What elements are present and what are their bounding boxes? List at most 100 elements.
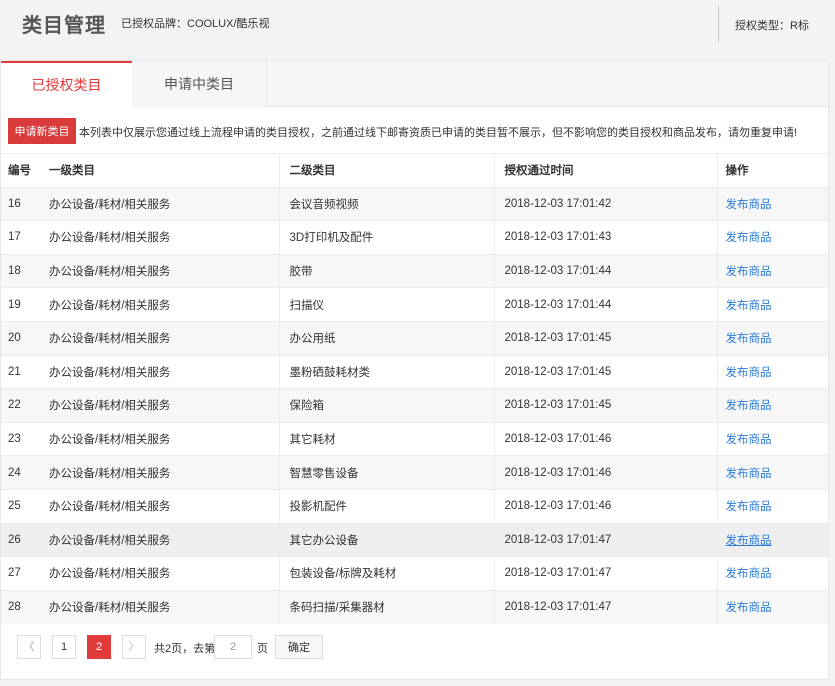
row-auth-time: 2018-12-03 17:01:44 <box>493 287 717 322</box>
publish-product-link[interactable]: 发布商品 <box>726 199 772 211</box>
row-level1-category: 办公设备/耗材/相关服务 <box>39 421 279 456</box>
row-id: 18 <box>1 253 39 288</box>
row-id: 17 <box>1 220 39 255</box>
row-level2-category: 会议音频视频 <box>278 186 494 221</box>
notice-bar: 申请新类目 本列表中仅展示您通过线上流程申请的类目授权，之前通过线下邮寄资质已申… <box>8 118 823 144</box>
row-auth-time: 2018-12-03 17:01:46 <box>493 488 717 524</box>
row-id: 27 <box>1 556 39 591</box>
publish-product-link[interactable]: 发布商品 <box>726 434 772 446</box>
row-auth-time: 2018-12-03 17:01:42 <box>493 186 717 221</box>
publish-product-link[interactable]: 发布商品 <box>726 468 772 480</box>
row-action-cell: 发布商品 <box>716 320 828 356</box>
column-header-time: 授权通过时间 <box>493 153 717 188</box>
row-action-cell: 发布商品 <box>716 253 828 288</box>
page-1-button[interactable]: 1 <box>52 635 76 659</box>
table-row: 27 办公设备/耗材/相关服务 包装设备/标牌及耗材 2018-12-03 17:01… <box>1 556 828 591</box>
table-row: 28 办公设备/耗材/相关服务 条码扫描/采集器材 2018-12-03 17:01:… <box>1 589 828 624</box>
row-action-cell: 发布商品 <box>716 186 828 221</box>
row-id: 16 <box>1 186 39 221</box>
row-level1-category: 办公设备/耗材/相关服务 <box>39 388 279 423</box>
row-level2-category: 条码扫描/采集器材 <box>278 589 494 624</box>
row-action-cell: 发布商品 <box>716 421 828 456</box>
row-level2-category: 包装设备/标牌及耗材 <box>278 556 494 591</box>
publish-product-link[interactable]: 发布商品 <box>726 602 772 614</box>
row-action-cell: 发布商品 <box>716 354 828 389</box>
table-row: 25 办公设备/耗材/相关服务 投影机配件 2018-12-03 17:01:46 发布… <box>1 488 828 524</box>
row-level1-category: 办公设备/耗材/相关服务 <box>39 186 279 221</box>
column-header-level2: 二级类目 <box>278 153 494 188</box>
header-divider <box>718 6 719 42</box>
row-auth-time: 2018-12-03 17:01:45 <box>493 320 717 356</box>
row-action-cell: 发布商品 <box>716 556 828 591</box>
row-level2-category: 3D打印机及配件 <box>278 220 494 255</box>
row-level1-category: 办公设备/耗材/相关服务 <box>39 556 279 591</box>
table-row: 20 办公设备/耗材/相关服务 办公用纸 2018-12-03 17:01:45 发布商… <box>1 320 828 356</box>
row-level2-category: 扫描仪 <box>278 287 494 322</box>
row-action-cell: 发布商品 <box>716 287 828 322</box>
page-title: 类目管理 <box>22 15 106 37</box>
row-level2-category: 投影机配件 <box>278 488 494 524</box>
publish-product-link[interactable]: 发布商品 <box>726 300 772 312</box>
notice-text: 本列表中仅展示您通过线上流程申请的类目授权，之前通过线下邮寄资质已申请的类目暂不… <box>79 127 798 139</box>
authorized-brand-info: 已授权品牌：COOLUX/酷乐视 <box>121 18 270 30</box>
row-id: 28 <box>1 589 39 624</box>
table-row: 22 办公设备/耗材/相关服务 保险箱 2018-12-03 17:01:45 发布商品 <box>1 388 828 423</box>
tab-authorized-categories[interactable]: 已授权类目 <box>1 61 132 108</box>
row-level1-category: 办公设备/耗材/相关服务 <box>39 287 279 322</box>
row-level1-category: 办公设备/耗材/相关服务 <box>39 522 279 557</box>
row-level2-category: 其它办公设备 <box>278 522 494 557</box>
publish-product-link[interactable]: 发布商品 <box>726 400 772 412</box>
auth-type-info: 授权类型：R标 <box>735 20 809 32</box>
row-level1-category: 办公设备/耗材/相关服务 <box>39 488 279 524</box>
row-auth-time: 2018-12-03 17:01:45 <box>493 354 717 389</box>
row-auth-time: 2018-12-03 17:01:47 <box>493 556 717 591</box>
publish-product-link[interactable]: 发布商品 <box>726 535 772 547</box>
tab-applying-categories[interactable]: 申请中类目 <box>132 61 267 107</box>
publish-product-link[interactable]: 发布商品 <box>726 232 772 244</box>
row-level2-category: 胶带 <box>278 253 494 288</box>
table-row: 19 办公设备/耗材/相关服务 扫描仪 2018-12-03 17:01:44 发布商品 <box>1 287 828 322</box>
row-level1-category: 办公设备/耗材/相关服务 <box>39 455 279 490</box>
row-auth-time: 2018-12-03 17:01:46 <box>493 421 717 456</box>
table-row: 16 办公设备/耗材/相关服务 会议音频视频 2018-12-03 17:01:42 发… <box>1 186 828 221</box>
prev-page-button[interactable]: 〈 <box>17 635 41 659</box>
row-level2-category: 其它耗材 <box>278 421 494 456</box>
row-auth-time: 2018-12-03 17:01:47 <box>493 589 717 624</box>
page-2-button[interactable]: 2 <box>87 635 111 659</box>
page-unit-label: 页 <box>257 643 268 655</box>
row-action-cell: 发布商品 <box>716 388 828 423</box>
publish-product-link[interactable]: 发布商品 <box>726 501 772 513</box>
row-level1-category: 办公设备/耗材/相关服务 <box>39 253 279 288</box>
row-level1-category: 办公设备/耗材/相关服务 <box>39 220 279 255</box>
page-header: 类目管理 已授权品牌：COOLUX/酷乐视 授权类型：R标 <box>0 0 835 44</box>
row-id: 21 <box>1 354 39 389</box>
column-header-id: 编号 <box>1 153 39 188</box>
publish-product-link[interactable]: 发布商品 <box>726 568 772 580</box>
row-id: 19 <box>1 287 39 322</box>
row-id: 24 <box>1 455 39 490</box>
goto-confirm-button[interactable]: 确定 <box>275 635 323 659</box>
row-auth-time: 2018-12-03 17:01:46 <box>493 455 717 490</box>
tab-bar: 已授权类目 申请中类目 <box>1 61 828 108</box>
publish-product-link[interactable]: 发布商品 <box>726 266 772 278</box>
goto-page-input[interactable] <box>214 635 252 659</box>
publish-product-link[interactable]: 发布商品 <box>726 367 772 379</box>
table-row: 18 办公设备/耗材/相关服务 胶带 2018-12-03 17:01:44 发布商品 <box>1 253 828 288</box>
table-body: 16 办公设备/耗材/相关服务 会议音频视频 2018-12-03 17:01:42 发… <box>1 186 828 624</box>
category-table: 编号 一级类目 二级类目 授权通过时间 操作 16 办公设备/耗材/相关服务 会议音… <box>1 153 828 624</box>
row-id: 26 <box>1 522 39 557</box>
page-total-text: 共2页，去第 <box>154 643 216 655</box>
table-row: 17 办公设备/耗材/相关服务 3D打印机及配件 2018-12-03 17:01:4… <box>1 220 828 255</box>
row-level2-category: 保险箱 <box>278 388 494 423</box>
row-id: 20 <box>1 320 39 356</box>
publish-product-link[interactable]: 发布商品 <box>726 333 772 345</box>
row-action-cell: 发布商品 <box>716 455 828 490</box>
table-row: 23 办公设备/耗材/相关服务 其它耗材 2018-12-03 17:01:46 发布商… <box>1 421 828 456</box>
row-level1-category: 办公设备/耗材/相关服务 <box>39 320 279 356</box>
next-page-button[interactable]: 〉 <box>122 635 146 659</box>
row-level2-category: 智慧零售设备 <box>278 455 494 490</box>
apply-new-category-button[interactable]: 申请新类目 <box>8 118 76 144</box>
table-header-row: 编号 一级类目 二级类目 授权通过时间 操作 <box>1 153 828 188</box>
row-auth-time: 2018-12-03 17:01:43 <box>493 220 717 255</box>
category-panel: 已授权类目 申请中类目 申请新类目 本列表中仅展示您通过线上流程申请的类目授权，… <box>0 60 829 680</box>
